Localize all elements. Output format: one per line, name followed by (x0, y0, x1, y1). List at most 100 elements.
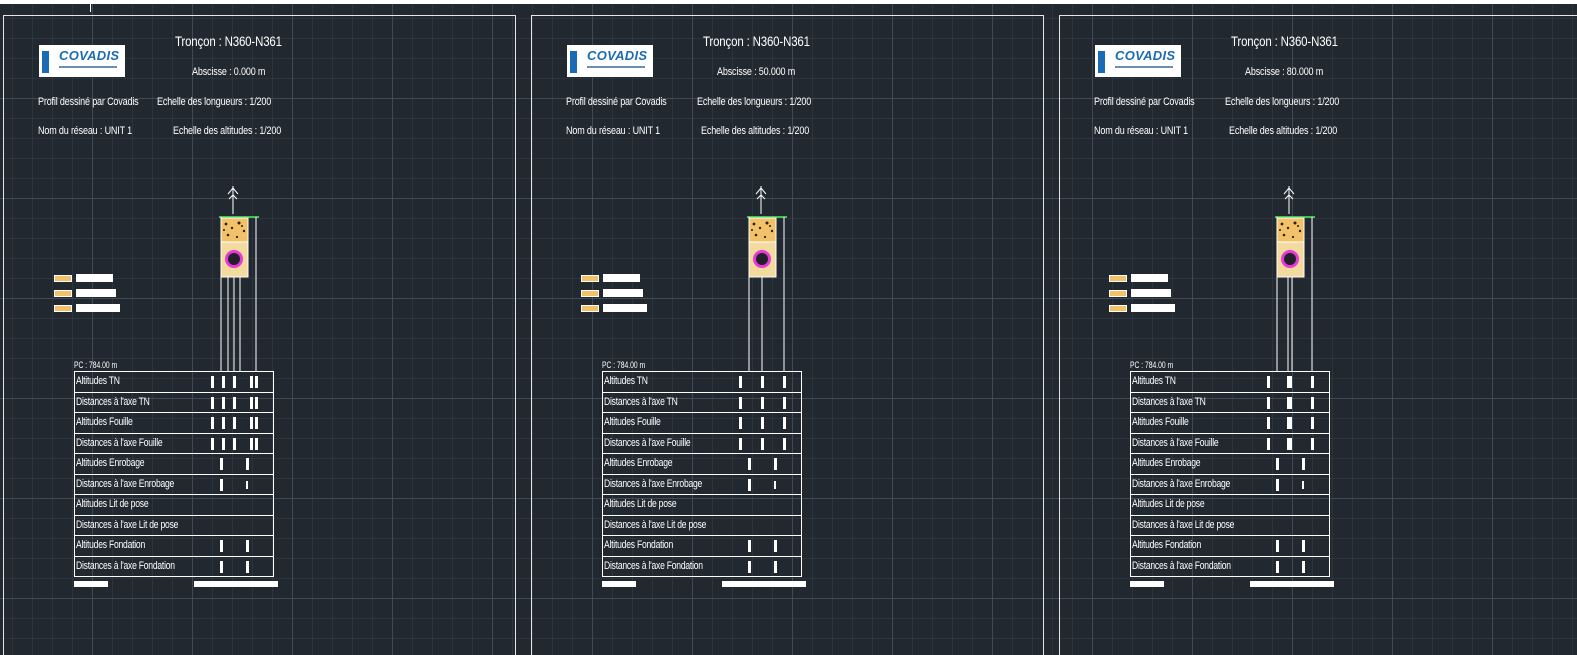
table-row-label: Distances à l'axe TN (1132, 395, 1206, 408)
value-mark (739, 376, 742, 388)
table-row: Altitudes Enrobage (75, 454, 273, 475)
drawn-by-label: Profil dessiné par Covadis (1094, 96, 1195, 108)
legend-row-gravel (54, 274, 114, 284)
value-mark (246, 540, 249, 552)
value-mark (233, 417, 236, 429)
value-mark (761, 437, 764, 450)
table-row: Distances à l'axe Lit de pose (603, 516, 801, 536)
drawn-by-label: Profil dessiné par Covadis (566, 96, 667, 108)
table-row: Altitudes TN (603, 372, 801, 393)
table-row: Altitudes Fondation (1131, 536, 1329, 557)
value-mark (1276, 560, 1279, 573)
north-arrow-icon (1283, 186, 1295, 214)
north-arrow-icon (227, 186, 239, 214)
value-mark (1302, 480, 1304, 489)
value-mark (1311, 417, 1314, 429)
value-mark (1311, 396, 1314, 409)
scale-altitudes-label: Echelle des altitudes : 1/200 (173, 125, 282, 137)
table-row-label: Distances à l'axe Lit de pose (604, 518, 707, 531)
table-row: Distances à l'axe TN (75, 393, 273, 413)
table-row-label: Distances à l'axe Fondation (76, 559, 175, 572)
table-row-label: Altitudes TN (604, 375, 648, 387)
value-mark (783, 396, 786, 409)
value-mark (1302, 458, 1305, 470)
value-mark (222, 396, 225, 409)
covadis-logo: COVADIS (39, 45, 125, 77)
pc-label: PC : 784.00 m (74, 360, 118, 370)
pipe-section-drawing[interactable] (732, 184, 802, 374)
value-mark (1311, 376, 1314, 388)
value-mark (255, 417, 258, 429)
value-mark (222, 437, 225, 450)
table-row-label: Altitudes Fondation (1132, 539, 1202, 551)
value-mark (1287, 396, 1292, 409)
value-mark (739, 437, 742, 450)
table-row-label: Distances à l'axe Lit de pose (76, 518, 179, 531)
profile-sheet-3[interactable]: COVADIS Tronçon : N360-N361 Abscisse : 8… (1059, 15, 1577, 655)
table-bottom-bar-right (1250, 581, 1334, 587)
covadis-logo: COVADIS (1095, 45, 1181, 77)
value-mark (250, 417, 253, 429)
table-row: Distances à l'axe Fouille (1131, 434, 1329, 454)
table-row-label: Altitudes TN (1132, 375, 1176, 387)
value-mark (220, 458, 223, 470)
table-row: Distances à l'axe Fouille (603, 434, 801, 454)
pc-label: PC : 784.00 m (602, 360, 646, 370)
table-row-label: Altitudes Enrobage (604, 457, 673, 469)
table-row-label: Altitudes Lit de pose (1132, 498, 1205, 510)
value-mark (1287, 437, 1292, 450)
table-row: Distances à l'axe Enrobage (603, 475, 801, 495)
value-mark (1276, 478, 1279, 491)
north-arrow-icon (755, 186, 767, 214)
value-mark (783, 437, 786, 450)
value-mark (761, 417, 764, 429)
table-row-label: Altitudes Fouille (1132, 416, 1189, 428)
table-row-label: Distances à l'axe TN (604, 395, 678, 408)
table-row-label: Distances à l'axe Fondation (604, 559, 703, 572)
value-mark (220, 560, 223, 573)
sheet-title: Tronçon : N360-N361 (175, 33, 282, 49)
table-row: Altitudes Lit de pose (1131, 495, 1329, 516)
value-mark (1287, 376, 1292, 388)
table-row: Distances à l'axe Enrobage (75, 475, 273, 495)
table-row: Distances à l'axe Lit de pose (75, 516, 273, 536)
value-mark (761, 376, 764, 388)
value-mark (220, 540, 223, 552)
value-mark (1302, 560, 1305, 573)
table-bottom-bar-left (1130, 581, 1164, 587)
value-mark (250, 376, 253, 388)
table-row: Distances à l'axe Enrobage (1131, 475, 1329, 495)
pipe-section-drawing[interactable] (1260, 184, 1330, 374)
value-mark (233, 437, 236, 450)
value-mark (783, 417, 786, 429)
value-mark (211, 437, 214, 450)
legend-row-foundation (581, 304, 651, 314)
value-mark (222, 376, 225, 388)
value-mark (211, 376, 214, 388)
table-row: Altitudes Fouille (603, 413, 801, 434)
profile-sheet-2[interactable]: COVADIS Tronçon : N360-N361 Abscisse : 5… (531, 15, 1044, 655)
window-top-edge (0, 0, 1577, 4)
value-mark (748, 478, 751, 491)
table-row-label: Distances à l'axe TN (76, 395, 150, 408)
value-mark (1302, 540, 1305, 552)
value-mark (246, 480, 248, 489)
profile-sheet-1[interactable]: COVADIS Tronçon : N360-N361 Abscisse : 0… (3, 15, 516, 655)
scale-lengths-label: Echelle des longueurs : 1/200 (157, 96, 272, 108)
table-bottom-bar-left (74, 581, 108, 587)
table-row-label: Distances à l'axe Lit de pose (1132, 518, 1235, 531)
table-row-label: Altitudes Fouille (76, 416, 133, 428)
value-mark (246, 560, 249, 573)
table-row: Distances à l'axe Fondation (75, 557, 273, 577)
scale-altitudes-label: Echelle des altitudes : 1/200 (701, 125, 810, 137)
table-row: Altitudes TN (75, 372, 273, 393)
table-row: Altitudes Lit de pose (603, 495, 801, 516)
table-row-label: Altitudes Fondation (604, 539, 674, 551)
table-row-label: Altitudes TN (76, 375, 120, 387)
table-row-label: Distances à l'axe Fouille (604, 436, 691, 449)
value-mark (255, 437, 258, 450)
table-row-label: Distances à l'axe Fouille (1132, 436, 1219, 449)
scale-lengths-label: Echelle des longueurs : 1/200 (697, 96, 812, 108)
pipe-section-drawing[interactable] (204, 184, 274, 374)
value-mark (211, 417, 214, 429)
